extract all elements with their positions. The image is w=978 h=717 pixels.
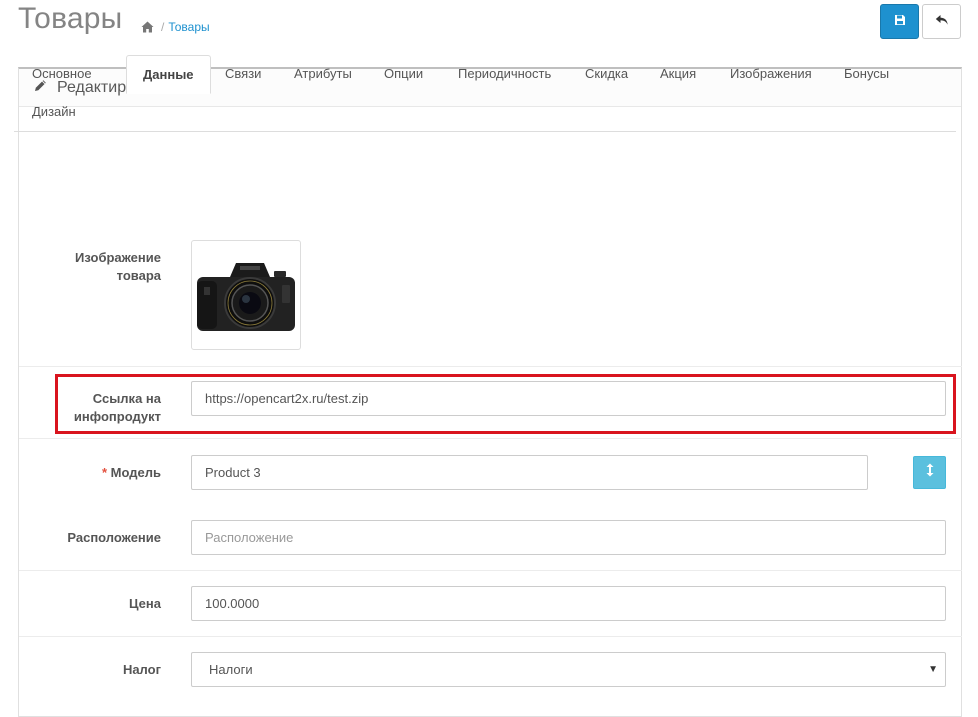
required-mark: *	[101, 465, 108, 480]
row-divider	[19, 636, 962, 637]
row-divider	[19, 366, 962, 367]
image-label: Изображение товара	[75, 249, 161, 285]
back-button[interactable]	[922, 4, 961, 39]
location-input[interactable]: Расположение	[191, 520, 946, 555]
model-label: * Модель	[102, 464, 161, 482]
arrows-vertical-icon	[926, 463, 934, 482]
price-label: Цена	[129, 596, 161, 611]
highlight-box	[55, 374, 956, 434]
row-divider	[19, 570, 962, 571]
location-label: Расположение	[67, 530, 161, 545]
reply-icon	[935, 13, 949, 31]
tab-special[interactable]: Акция	[644, 55, 712, 93]
tab-discount[interactable]: Скидка	[569, 55, 644, 93]
tab-attributes[interactable]: Атрибуты	[278, 55, 368, 93]
chevron-down-icon: ▼	[928, 664, 938, 675]
row-divider	[19, 438, 962, 439]
product-image-thumbnail[interactable]	[191, 240, 301, 350]
model-label-text: Модель	[110, 465, 161, 480]
sort-button[interactable]	[913, 456, 946, 489]
tab-options[interactable]: Опции	[368, 55, 439, 93]
tab-data[interactable]: Данные	[126, 55, 211, 94]
image-label-line1: Изображение	[75, 250, 161, 265]
breadcrumb-link-products[interactable]: Товары	[168, 20, 209, 34]
breadcrumb: / Товары	[141, 20, 210, 34]
tab-bar: Основное Данные Связи Атрибуты Опции Пер…	[14, 55, 956, 132]
price-input[interactable]: 100.0000	[191, 586, 946, 621]
tab-general[interactable]: Основное	[16, 55, 108, 93]
image-label-line2: товара	[116, 268, 161, 283]
tab-design[interactable]: Дизайн	[16, 93, 92, 131]
tab-reward[interactable]: Бонусы	[828, 55, 905, 93]
tab-images[interactable]: Изображения	[714, 55, 828, 93]
model-input[interactable]: Product 3	[191, 455, 868, 490]
page-title: Товары	[18, 2, 123, 35]
tax-select-value: Налоги	[209, 662, 253, 677]
tax-select[interactable]: Налоги ▼	[191, 652, 946, 687]
tax-label: Налог	[122, 662, 161, 677]
camera-image	[197, 263, 295, 331]
save-icon	[894, 13, 906, 31]
tab-links[interactable]: Связи	[209, 55, 277, 93]
breadcrumb-separator: /	[161, 20, 165, 34]
tab-recurring[interactable]: Периодичность	[442, 55, 567, 93]
save-button[interactable]	[880, 4, 919, 39]
home-icon[interactable]	[141, 21, 154, 33]
